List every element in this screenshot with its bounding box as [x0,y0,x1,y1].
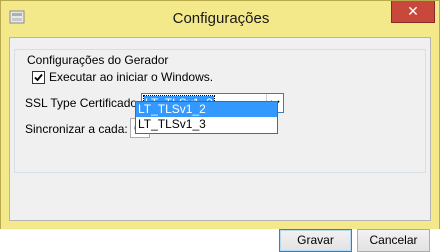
dropdown-option[interactable]: LT_TLSv1_3 [136,117,277,132]
window-title: Configurações [172,10,270,27]
close-button[interactable]: ✕ [391,1,435,23]
window-bottom-border [1,221,439,229]
ssl-type-label: SSL Type Certificado : [25,96,144,110]
close-icon: ✕ [407,3,419,19]
startup-checkbox-row[interactable]: Executar ao iniciar o Windows. [32,69,213,85]
group-legend: Configurações do Gerador [25,53,171,67]
startup-checkbox[interactable] [32,70,45,84]
sync-interval-label: Sincronizar a cada: [25,122,128,136]
cancel-button[interactable]: Cancelar [357,229,430,252]
ssl-type-dropdown-list: LT_TLSv1_2 LT_TLSv1_3 [135,101,278,134]
startup-checkbox-label: Executar ao iniciar o Windows. [49,70,214,84]
title-bar[interactable]: Configurações ✕ [1,1,439,37]
save-button[interactable]: Gravar [279,229,352,252]
dropdown-option[interactable]: LT_TLSv1_2 [136,102,277,117]
checkmark-icon [34,73,43,81]
dialog-window: Configurações ✕ Configurações do Gerador… [0,0,440,252]
